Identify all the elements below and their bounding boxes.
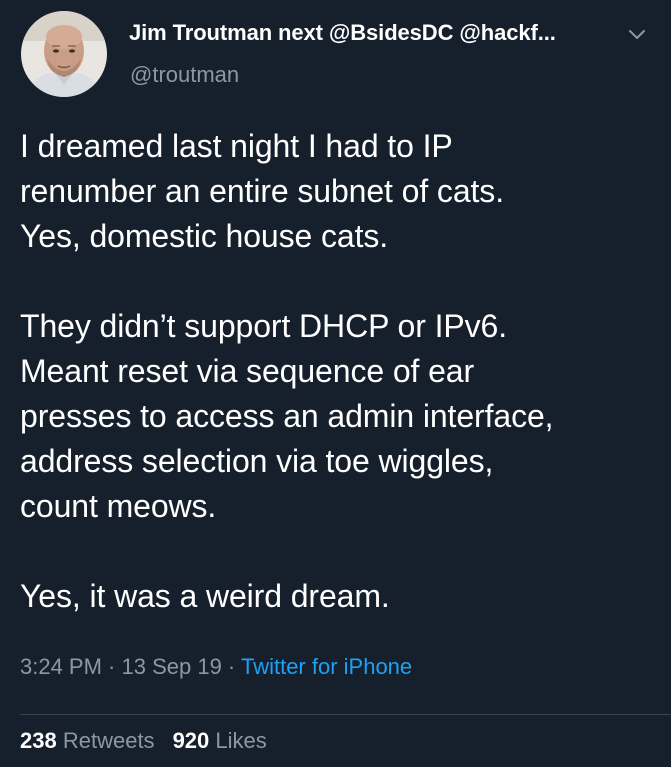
tweet-text: I dreamed last night I had to IP renumbe… (20, 124, 660, 619)
tweet-stats: 238 Retweets 920 Likes (20, 728, 267, 754)
author-display-name[interactable]: Jim Troutman next @BsidesDC @hackf... (129, 20, 556, 46)
tweet-date[interactable]: 13 Sep 19 (122, 654, 222, 679)
likes-stat[interactable]: 920 Likes (173, 728, 267, 753)
tweet-paragraph: They didn’t support DHCP or IPv6. Meant … (20, 308, 554, 524)
retweets-count: 238 (20, 728, 57, 753)
tweet-paragraph: I dreamed last night I had to IP renumbe… (20, 128, 504, 254)
tweet-metadata: 3:24 PM · 13 Sep 19 · Twitter for iPhone (20, 654, 412, 680)
tweet-card: Jim Troutman next @BsidesDC @hackf... @t… (0, 0, 671, 767)
likes-label: Likes (215, 728, 267, 753)
avatar[interactable] (21, 11, 107, 97)
tweet-paragraph: Yes, it was a weird dream. (20, 578, 390, 614)
meta-separator: · (221, 654, 241, 679)
meta-separator: · (101, 654, 122, 679)
chevron-down-icon[interactable] (627, 28, 647, 42)
author-handle[interactable]: @troutman (130, 62, 239, 88)
avatar-photo (21, 11, 107, 97)
tweet-time[interactable]: 3:24 PM (20, 654, 102, 679)
tweet-source-link[interactable]: Twitter for iPhone (241, 654, 412, 679)
retweets-label: Retweets (62, 728, 155, 753)
likes-count: 920 (172, 728, 210, 753)
retweets-stat[interactable]: 238 Retweets (20, 728, 155, 753)
divider (20, 714, 671, 715)
